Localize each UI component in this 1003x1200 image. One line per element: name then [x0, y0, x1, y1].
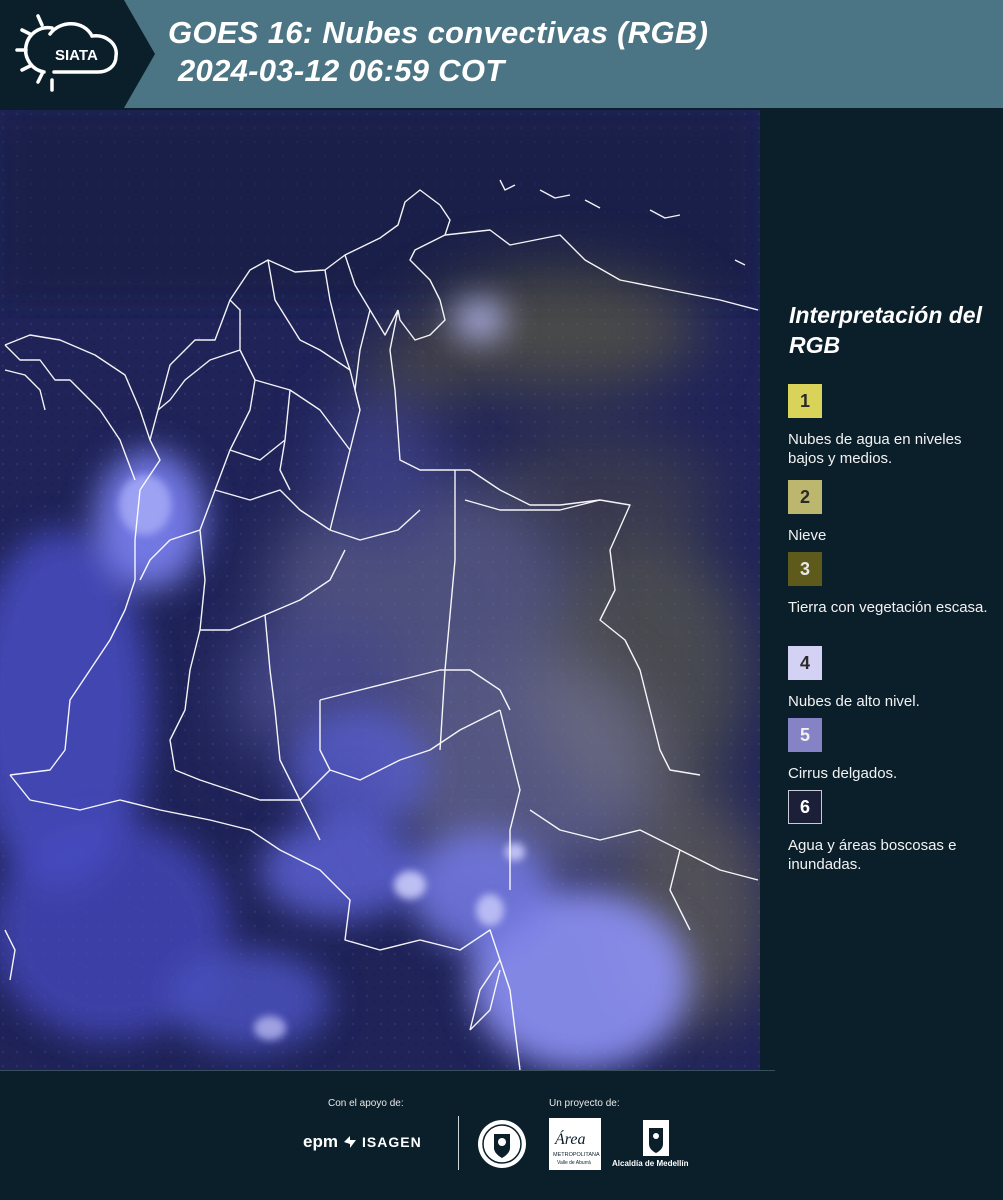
- legend-number: 5: [799, 724, 810, 745]
- legend-label: Nieve: [788, 527, 827, 544]
- area-logo-sub2: Valle de Aburrá: [557, 1160, 591, 1166]
- legend-label: Tierra con vegetación escasa.: [788, 599, 988, 616]
- title-line-1: GOES 16: Nubes convectivas (RGB): [168, 15, 709, 50]
- page-title: GOES 16: Nubes convectivas (RGB) 2024-03…: [168, 14, 708, 90]
- support-label: Con el apoyo de:: [328, 1098, 404, 1109]
- area-logo-sub: METROPOLITANA: [553, 1152, 600, 1158]
- siata-logo-text: SIATA: [55, 47, 98, 64]
- legend-number: 3: [799, 558, 810, 579]
- legend-swatch: 5: [788, 718, 822, 752]
- legend-number: 6: [799, 796, 810, 817]
- area-logo-text: Área: [554, 1129, 586, 1148]
- map-image: [0, 110, 760, 1070]
- legend-swatch: 2: [788, 480, 822, 514]
- header-bar: SIATA GOES 16: Nubes convectivas (RGB) 2…: [0, 0, 1003, 108]
- footer: Con el apoyo de: Un proyecto de: epm ISA…: [0, 1070, 1003, 1200]
- legend-swatch: 3: [788, 552, 822, 586]
- isagen-logo: ISAGEN: [362, 1134, 422, 1150]
- alcaldia-crest-icon: [643, 1120, 669, 1156]
- legend-item: 6 Agua y áreas boscosas e inundadas.: [788, 790, 998, 874]
- alcaldia-logo-text: Alcaldía de Medellín: [612, 1159, 689, 1168]
- legend-label: Cirrus delgados.: [788, 765, 898, 782]
- legend-label: Agua y áreas boscosas e inundadas.: [788, 837, 957, 873]
- legend-number: 1: [799, 390, 810, 411]
- legend-item: 5 Cirrus delgados.: [788, 718, 998, 783]
- footer-vertical-divider: [458, 1116, 459, 1170]
- legend-label: Nubes de agua en niveles bajos y medios.: [788, 431, 962, 467]
- legend-label: Nubes de alto nivel.: [788, 693, 920, 710]
- legend-item: 4 Nubes de alto nivel.: [788, 646, 998, 711]
- legend-panel: Interpretación del RGB 1 Nubes de agua e…: [760, 108, 1003, 1070]
- siata-logo: SIATA: [0, 0, 155, 108]
- legend-title: Interpretación del RGB: [789, 302, 982, 358]
- legend-swatch: 4: [788, 646, 822, 680]
- legend-swatch: 1: [788, 384, 822, 418]
- project-label: Un proyecto de:: [549, 1098, 620, 1109]
- medellin-seal-icon: [478, 1120, 526, 1168]
- legend-item: 3 Tierra con vegetación escasa.: [788, 552, 998, 617]
- legend-swatch: 6: [788, 790, 822, 824]
- satellite-map: [0, 110, 760, 1070]
- legend-item: 2 Nieve: [788, 480, 998, 545]
- epm-logo: epm: [303, 1132, 338, 1151]
- legend-item: 1 Nubes de agua en niveles bajos y medio…: [788, 384, 998, 468]
- area-metropolitana-logo: Área METROPOLITANA Valle de Aburrá: [549, 1118, 601, 1170]
- title-line-2: 2024-03-12 06:59 COT: [178, 53, 505, 88]
- legend-number: 4: [799, 652, 810, 673]
- legend-number: 2: [799, 486, 810, 507]
- footer-divider: [0, 1070, 775, 1071]
- isagen-icon: [344, 1136, 356, 1148]
